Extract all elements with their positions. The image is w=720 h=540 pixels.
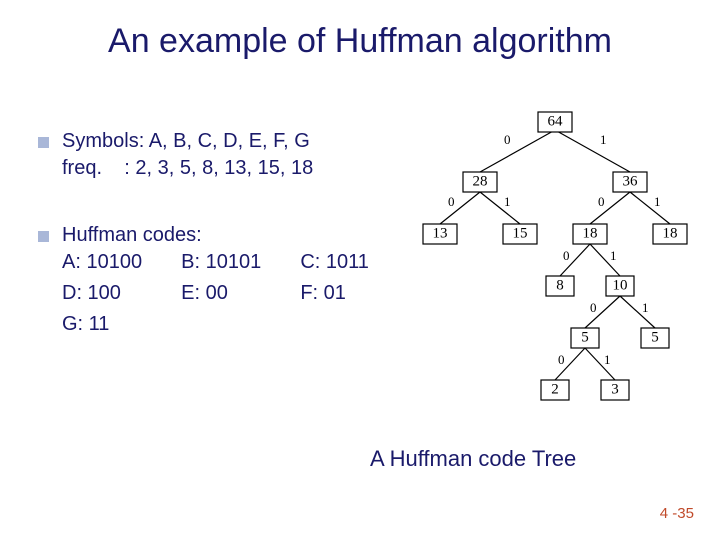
codes-heading: Huffman codes: bbox=[62, 222, 398, 249]
node-18b: 18 bbox=[653, 224, 687, 244]
code-c: C: 1011 bbox=[300, 249, 398, 276]
code-d: D: 100 bbox=[62, 280, 171, 307]
svg-text:5: 5 bbox=[651, 329, 659, 345]
edge-label: 1 bbox=[610, 248, 617, 263]
tree-caption: A Huffman code Tree bbox=[370, 446, 576, 472]
svg-text:8: 8 bbox=[556, 277, 564, 293]
node-13: 13 bbox=[423, 224, 457, 244]
edge-label: 1 bbox=[604, 352, 611, 367]
edge-label: 1 bbox=[600, 132, 607, 147]
huffman-tree: 0 1 0 1 0 1 0 1 0 1 0 1 64 28 36 13 15 1… bbox=[400, 106, 710, 436]
svg-text:18: 18 bbox=[583, 225, 598, 241]
code-e: E: 00 bbox=[181, 280, 290, 307]
svg-text:28: 28 bbox=[473, 173, 488, 189]
bullet-icon bbox=[38, 137, 49, 148]
symbols-line: Symbols: A, B, C, D, E, F, G bbox=[62, 128, 398, 155]
svg-text:13: 13 bbox=[433, 225, 448, 241]
svg-text:36: 36 bbox=[623, 173, 639, 189]
node-5b: 5 bbox=[641, 328, 669, 348]
code-a: A: 10100 bbox=[62, 249, 171, 276]
svg-text:15: 15 bbox=[513, 225, 528, 241]
node-15: 15 bbox=[503, 224, 537, 244]
svg-text:18: 18 bbox=[663, 225, 678, 241]
codes-grid: A: 10100 B: 10101 C: 1011 D: 100 E: 00 F… bbox=[62, 249, 398, 338]
node-10: 10 bbox=[606, 276, 634, 296]
node-3: 3 bbox=[601, 380, 629, 400]
bullet-symbols: Symbols: A, B, C, D, E, F, G freq. : 2, … bbox=[38, 128, 398, 182]
slide-title: An example of Huffman algorithm bbox=[0, 22, 720, 61]
node-5a: 5 bbox=[571, 328, 599, 348]
code-b: B: 10101 bbox=[181, 249, 290, 276]
bullet-icon bbox=[38, 231, 49, 242]
svg-text:64: 64 bbox=[548, 113, 564, 129]
node-2: 2 bbox=[541, 380, 569, 400]
edge-label: 0 bbox=[590, 300, 597, 315]
edge-label: 1 bbox=[504, 194, 511, 209]
edge-label: 0 bbox=[558, 352, 565, 367]
node-64: 64 bbox=[538, 112, 572, 132]
edge-label: 1 bbox=[654, 194, 661, 209]
svg-text:2: 2 bbox=[551, 381, 559, 397]
page-number: 4 -35 bbox=[660, 505, 694, 522]
edge-label: 0 bbox=[598, 194, 605, 209]
bullet-codes: Huffman codes: A: 10100 B: 10101 C: 1011… bbox=[38, 222, 398, 338]
freq-line: freq. : 2, 3, 5, 8, 13, 15, 18 bbox=[62, 155, 398, 182]
svg-text:10: 10 bbox=[613, 277, 628, 293]
edge-label: 1 bbox=[642, 300, 649, 315]
edge-label: 0 bbox=[563, 248, 570, 263]
code-f: F: 01 bbox=[300, 280, 398, 307]
edge-label: 0 bbox=[504, 132, 511, 147]
node-28: 28 bbox=[463, 172, 497, 192]
svg-text:3: 3 bbox=[611, 381, 619, 397]
edge-label: 0 bbox=[448, 194, 455, 209]
node-8: 8 bbox=[546, 276, 574, 296]
left-column: Symbols: A, B, C, D, E, F, G freq. : 2, … bbox=[38, 128, 398, 378]
code-g: G: 11 bbox=[62, 311, 398, 338]
node-18a: 18 bbox=[573, 224, 607, 244]
svg-text:5: 5 bbox=[581, 329, 589, 345]
node-36: 36 bbox=[613, 172, 647, 192]
